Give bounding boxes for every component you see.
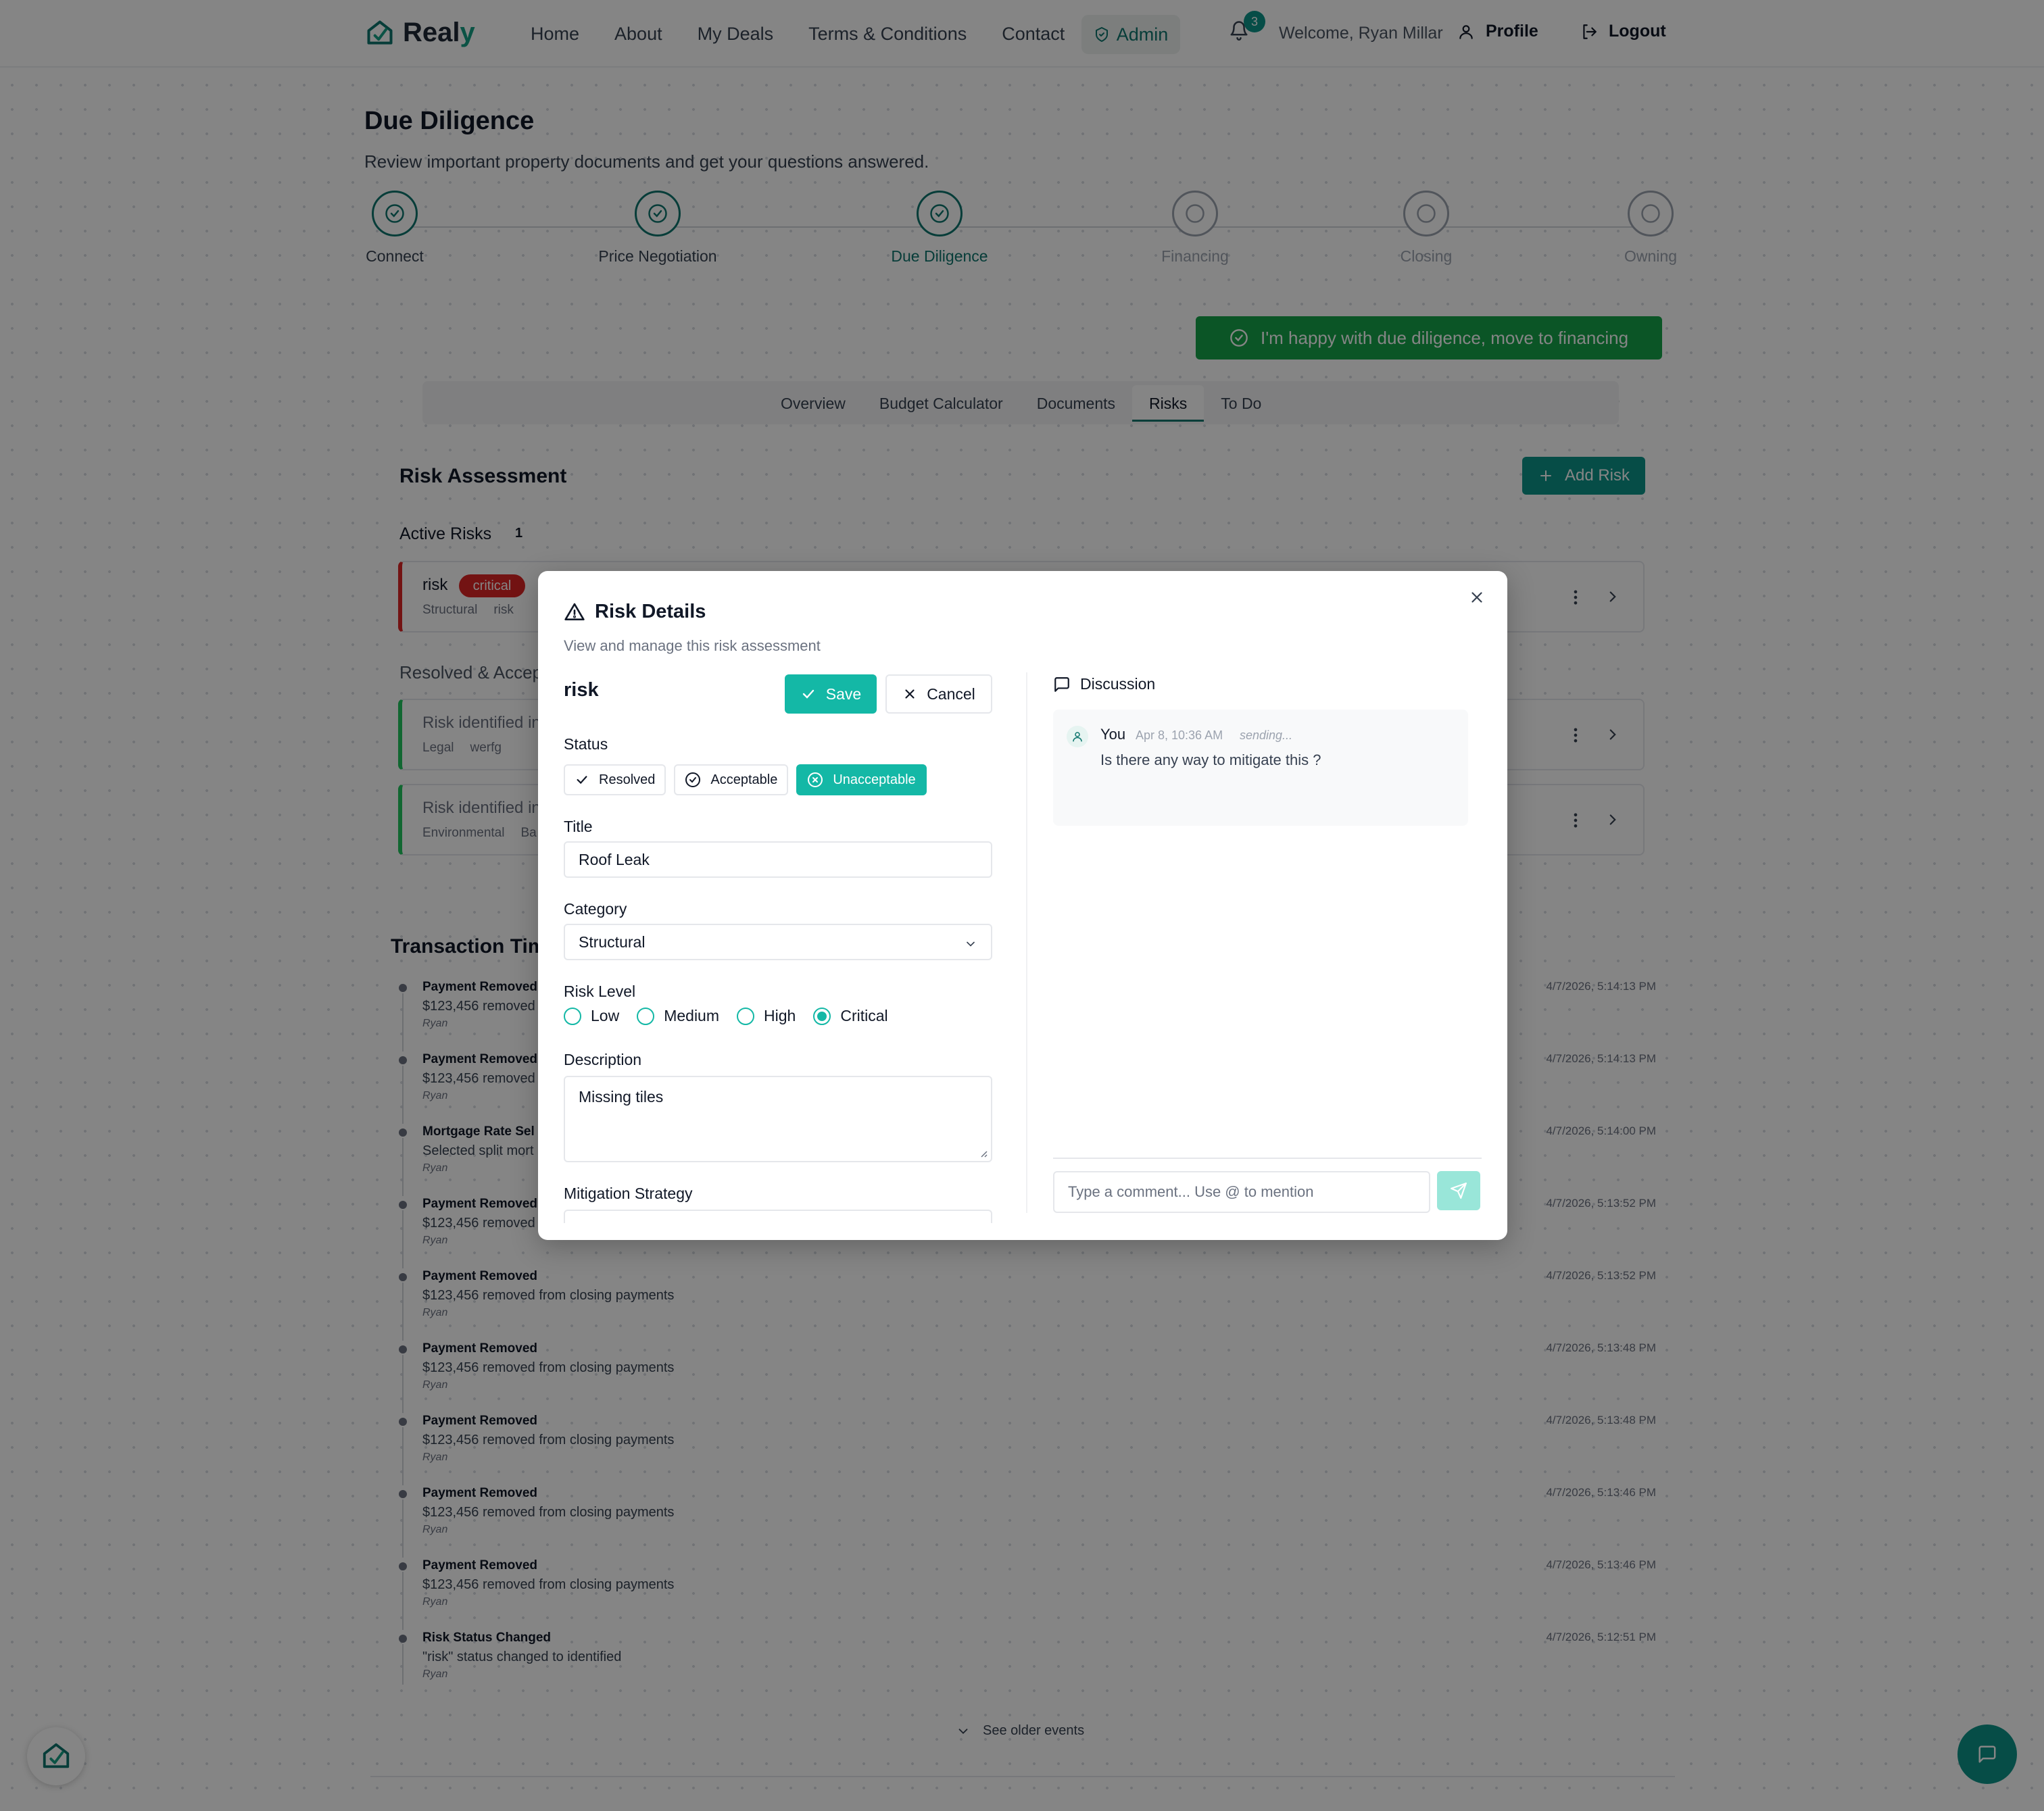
- description-value: Missing tiles: [579, 1088, 664, 1106]
- comment-time: Apr 8, 10:36 AM: [1136, 728, 1223, 742]
- x-circle-icon: [808, 772, 823, 787]
- risk-name: risk: [564, 679, 599, 701]
- title-label: Title: [564, 818, 593, 835]
- risk-level-label: Risk Level: [564, 983, 636, 1000]
- title-value: Roof Leak: [579, 850, 650, 868]
- mitigation-input[interactable]: [564, 1210, 992, 1223]
- modal-title-text: Risk Details: [595, 601, 706, 622]
- status-group: Resolved Acceptable Unacceptable: [564, 764, 927, 795]
- avatar: [1067, 726, 1088, 747]
- send-comment-button[interactable]: [1437, 1171, 1480, 1210]
- status-option-label: Acceptable: [710, 772, 778, 787]
- modal-divider: [1026, 672, 1027, 1213]
- radio-label: Low: [591, 1007, 620, 1024]
- cancel-button[interactable]: Cancel: [885, 674, 992, 714]
- check-circle-icon: [685, 772, 701, 787]
- comment-input[interactable]: Type a comment... Use @ to mention: [1053, 1171, 1430, 1213]
- alert-triangle-icon: [564, 603, 585, 620]
- check-icon: [802, 689, 814, 699]
- description-label: Description: [564, 1051, 642, 1068]
- category-value: Structural: [579, 933, 646, 951]
- risk-level-group: Low Medium High Critical: [564, 1007, 906, 1025]
- radio-label: Medium: [664, 1007, 720, 1024]
- comment-author: You: [1100, 726, 1126, 743]
- save-label: Save: [825, 685, 862, 703]
- radio-dot: [813, 1007, 831, 1025]
- comment-status: sending...: [1240, 728, 1293, 742]
- close-icon[interactable]: [1468, 589, 1486, 606]
- status-option-label: Resolved: [599, 772, 656, 787]
- message-square-icon: [1054, 676, 1069, 692]
- modal-title: Risk Details: [564, 601, 706, 623]
- discussion-heading: Discussion: [1053, 675, 1155, 693]
- level-critical-radio[interactable]: Critical: [813, 1007, 888, 1025]
- radio-label: Critical: [840, 1007, 888, 1024]
- comment: You Apr 8, 10:36 AM sending... Is there …: [1053, 710, 1468, 826]
- category-select[interactable]: Structural: [564, 924, 992, 960]
- resize-handle-icon[interactable]: [977, 1147, 988, 1158]
- category-label: Category: [564, 900, 627, 918]
- cancel-label: Cancel: [927, 685, 975, 703]
- description-textarea[interactable]: Missing tiles: [564, 1076, 992, 1162]
- discussion-label: Discussion: [1080, 675, 1156, 693]
- chevron-down-icon: [967, 941, 975, 947]
- level-low-radio[interactable]: Low: [564, 1007, 619, 1025]
- comment-text: Is there any way to mitigate this ?: [1100, 751, 1321, 768]
- mitigation-label: Mitigation Strategy: [564, 1185, 693, 1202]
- status-acceptable-button[interactable]: Acceptable: [674, 764, 789, 795]
- save-button[interactable]: Save: [785, 674, 877, 714]
- status-option-label: Unacceptable: [833, 772, 916, 787]
- send-icon: [1451, 1183, 1467, 1199]
- comment-placeholder: Type a comment... Use @ to mention: [1068, 1183, 1314, 1200]
- radio-label: High: [764, 1007, 796, 1024]
- user-icon: [1073, 732, 1082, 742]
- level-medium-radio[interactable]: Medium: [637, 1007, 719, 1025]
- check-icon: [577, 776, 587, 785]
- radio-dot: [564, 1007, 581, 1025]
- radio-dot: [737, 1007, 755, 1025]
- title-input[interactable]: Roof Leak: [564, 841, 992, 878]
- level-high-radio[interactable]: High: [737, 1007, 796, 1025]
- comment-divider: [1053, 1158, 1482, 1159]
- radio-dot: [637, 1007, 655, 1025]
- status-resolved-button[interactable]: Resolved: [564, 764, 666, 795]
- risk-details-modal: Risk Details View and manage this risk a…: [538, 571, 1507, 1240]
- close-icon: [905, 689, 915, 699]
- modal-subtitle: View and manage this risk assessment: [564, 637, 821, 654]
- status-label: Status: [564, 735, 608, 753]
- status-unacceptable-button[interactable]: Unacceptable: [796, 764, 927, 795]
